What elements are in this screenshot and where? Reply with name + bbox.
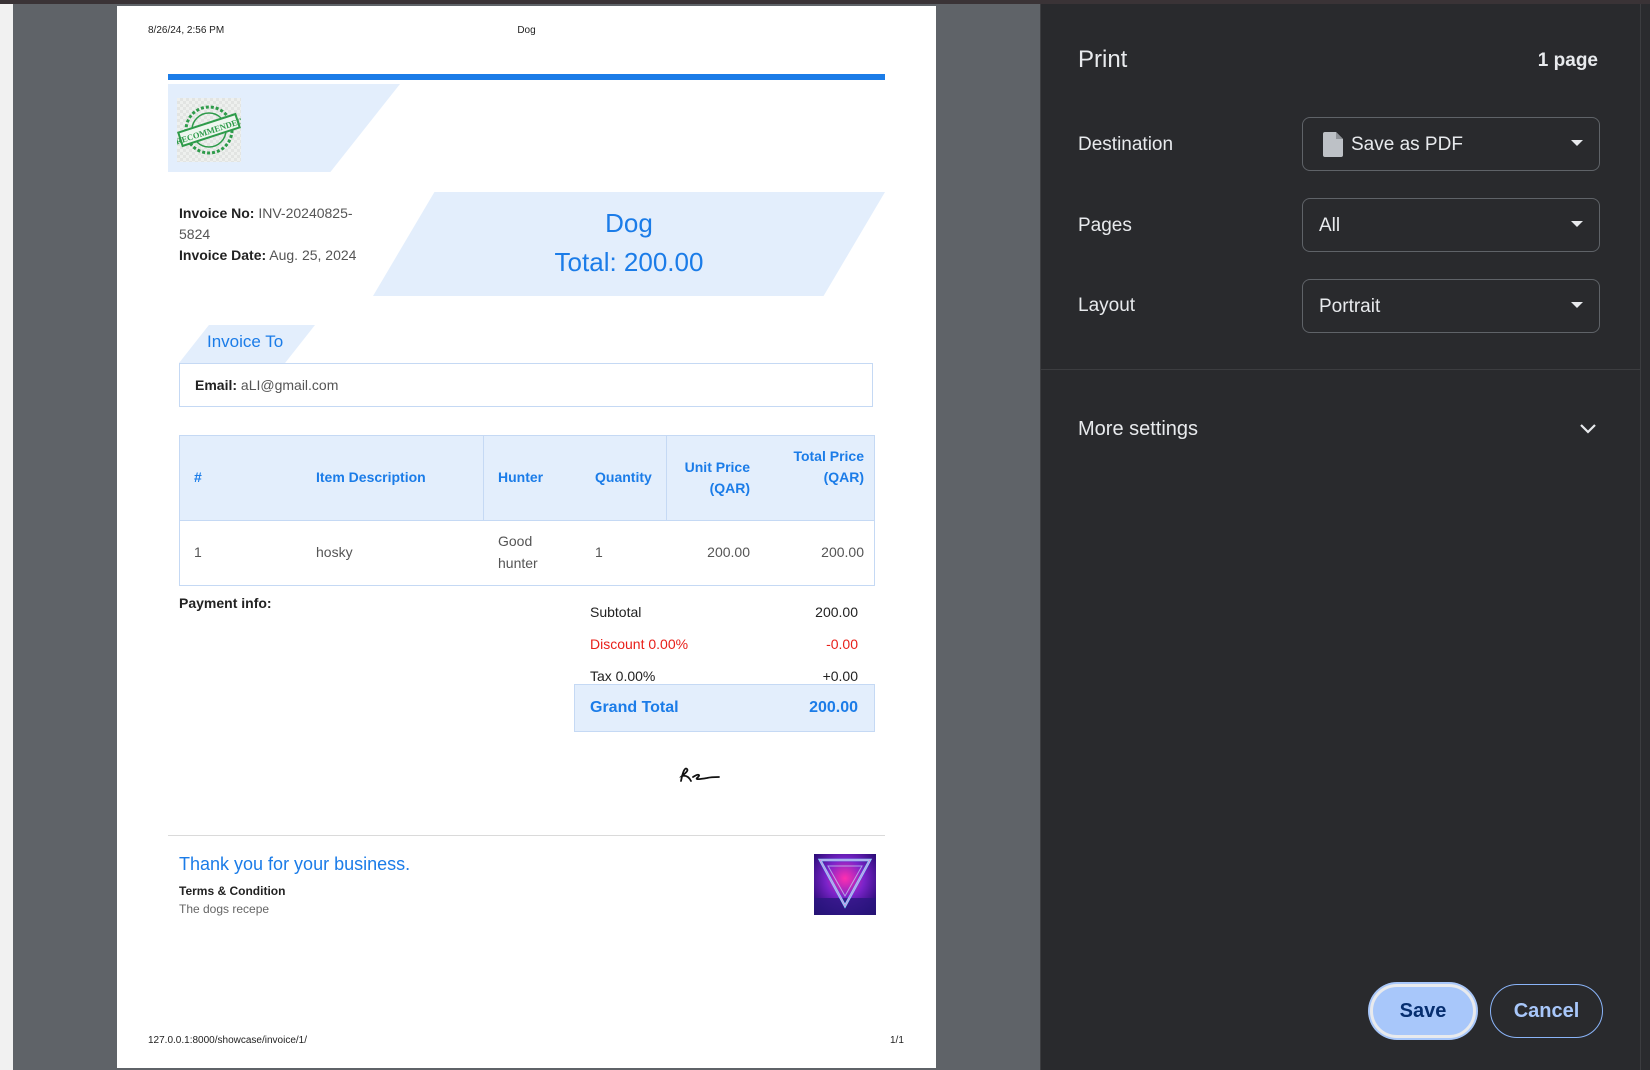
destination-select[interactable]: Save as PDF: [1302, 117, 1600, 171]
invoice-top-bar: [168, 74, 885, 80]
right-edge: [1640, 4, 1650, 1070]
layout-select[interactable]: Portrait: [1302, 279, 1600, 333]
signature-image: [679, 767, 720, 782]
print-title: Print: [1078, 46, 1128, 73]
page-count: 1 page: [1537, 50, 1598, 71]
pages-value: All: [1319, 215, 1341, 236]
layout-label: Layout: [1078, 295, 1136, 316]
header-quantity: Quantity: [595, 469, 652, 485]
preview-page: 8/26/24, 2:56 PM Dog RECOMMENDED Invoice…: [117, 6, 936, 1068]
header-item-description: Item Description: [316, 469, 426, 485]
grand-total-label: Grand Total: [590, 699, 679, 716]
chevron-down-icon: [1571, 302, 1583, 308]
tax-label: Tax 0.00%: [590, 668, 656, 684]
terms-heading: Terms & Condition: [179, 884, 286, 898]
row-unit-price: 200.00: [707, 544, 750, 560]
chevron-down-icon[interactable]: [1578, 422, 1598, 436]
print-settings-panel: Print 1 page Destination Save as PDF Pag…: [1040, 4, 1650, 1070]
invoice-title: Dog: [605, 208, 653, 238]
header-index: #: [194, 469, 202, 485]
row-quantity: 1: [595, 544, 603, 560]
row-item-description: hosky: [316, 544, 353, 560]
panel-divider: [1040, 4, 1041, 1070]
row-total-price: 200.00: [821, 544, 864, 560]
invoice-number-label: Invoice No:: [179, 205, 255, 221]
email-label: Email:: [195, 377, 238, 393]
layout-value: Portrait: [1319, 296, 1381, 317]
tax-value: +0.00: [822, 668, 858, 684]
pages-label: Pages: [1078, 215, 1132, 236]
header-unit-price: Unit Price (QAR): [684, 459, 750, 496]
more-settings-toggle[interactable]: More settings: [1078, 418, 1198, 441]
row-hunter: Good hunter: [498, 533, 538, 571]
destination-value: Save as PDF: [1351, 134, 1463, 155]
left-edge: [0, 4, 13, 1070]
invoice-to-label: Invoice To: [207, 332, 284, 351]
recommended-stamp-logo: RECOMMENDED: [174, 98, 244, 162]
print-header-title: Dog: [517, 25, 536, 36]
discount-label: Discount 0.00%: [590, 636, 689, 652]
invoice-date-value: Aug. 25, 2024: [269, 247, 357, 263]
row-index: 1: [194, 544, 202, 560]
header-hunter: Hunter: [498, 469, 544, 485]
thank-you-text: Thank you for your business.: [179, 854, 411, 874]
subtotal-label: Subtotal: [590, 604, 642, 620]
items-table-header: # Item Description Hunter Quantity Unit …: [180, 436, 874, 520]
document-icon: [1323, 132, 1343, 157]
footer-divider: [168, 835, 885, 836]
destination-label: Destination: [1078, 134, 1174, 155]
print-footer-url: 127.0.0.1:8000/showcase/invoice/1/: [148, 1035, 307, 1046]
payment-info-label: Payment info:: [179, 595, 272, 611]
grand-total-value: 200.00: [809, 699, 858, 716]
neon-triangle-image: [814, 854, 876, 915]
print-footer-page-number: 1/1: [890, 1035, 904, 1046]
invoice-to-box: Email: aLI@gmail.com: [179, 363, 873, 407]
save-button[interactable]: Save: [1370, 984, 1476, 1038]
chevron-down-icon: [1571, 221, 1583, 227]
settings-divider: [1040, 369, 1650, 370]
header-total-price: Total Price (QAR): [793, 448, 864, 485]
discount-value: -0.00: [826, 636, 858, 652]
pages-select[interactable]: All: [1302, 198, 1600, 252]
email-value: aLI@gmail.com: [240, 377, 339, 393]
invoice-meta: Invoice No: INV-20240825-5824 Invoice Da…: [179, 203, 379, 266]
invoice-total-heading: Total: 200.00: [554, 247, 704, 277]
invoice-date-label: Invoice Date:: [179, 247, 267, 263]
table-row: 1 hosky Good hunter 1 200.00 200.00: [180, 520, 874, 585]
items-table: # Item Description Hunter Quantity Unit …: [179, 435, 875, 586]
terms-body: The dogs recepe: [179, 902, 270, 916]
subtotal-value: 200.00: [815, 604, 858, 620]
chevron-down-icon: [1571, 140, 1583, 146]
cancel-button[interactable]: Cancel: [1490, 984, 1603, 1038]
